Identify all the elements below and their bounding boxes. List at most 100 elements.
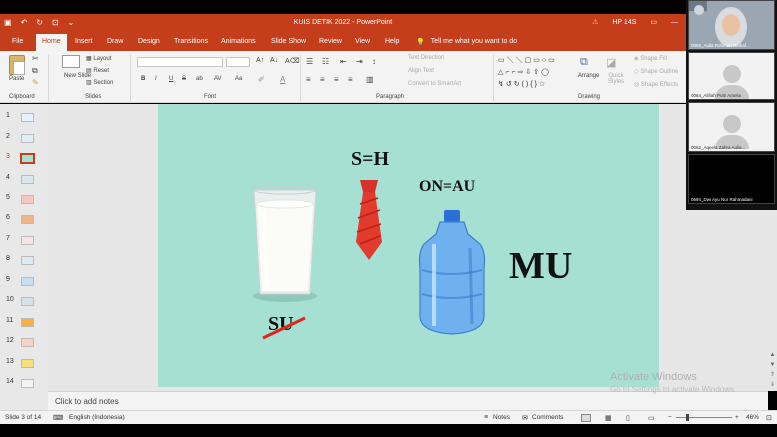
format-painter-icon[interactable]: ✎	[32, 78, 39, 87]
normal-view-icon[interactable]	[581, 414, 591, 422]
paste-button[interactable]: Paste	[9, 76, 24, 82]
tab-review[interactable]: Review	[319, 38, 342, 45]
tab-draw[interactable]: Draw	[107, 38, 123, 45]
slide-thumb-12[interactable]: 12	[0, 333, 48, 353]
zoom-level[interactable]: 46%	[746, 414, 759, 421]
participant-tile-3[interactable]: 0062_Aqeela Zahra Aulia...	[688, 102, 775, 152]
convert-smartart-button[interactable]: Convert to SmartArt	[408, 81, 461, 87]
arrange-icon[interactable]: ⧉	[580, 56, 588, 69]
align-right-icon[interactable]: ≡	[334, 75, 339, 84]
shapes-gallery[interactable]: ▭＼＼▢▭○▭ △⌐⌐⇨⇩⇧◯ ↯↺↻(){}☆	[498, 55, 568, 91]
quick-styles-icon[interactable]: ◪	[606, 56, 616, 69]
zoom-slider-thumb[interactable]	[686, 414, 689, 421]
case-button[interactable]: Aa	[235, 76, 242, 82]
language-indicator[interactable]: English (Indonesia)	[69, 414, 125, 421]
font-name-box[interactable]	[137, 57, 223, 67]
fit-to-window-icon[interactable]: ⊡	[766, 414, 772, 422]
shape-effects-button[interactable]: ◎ Shape Effects	[634, 81, 678, 88]
quick-styles-button[interactable]: Quick Styles	[603, 73, 629, 85]
underline-button[interactable]: U	[169, 76, 173, 82]
slide-thumb-1[interactable]: 1	[0, 108, 48, 128]
zoom-slider[interactable]	[676, 417, 732, 418]
tab-view[interactable]: View	[355, 38, 370, 45]
comments-toggle[interactable]: Comments	[532, 414, 563, 421]
shadow-button[interactable]: ab	[196, 76, 203, 82]
tab-transitions[interactable]: Transitions	[174, 38, 208, 45]
next-slide-icon[interactable]: ⇓	[769, 382, 776, 389]
tab-file[interactable]: File	[12, 38, 23, 45]
slide-thumb-8[interactable]: 8	[0, 251, 48, 271]
slide-thumb-2[interactable]: 2	[0, 129, 48, 149]
slide-thumb-3[interactable]: 3	[0, 149, 48, 169]
current-slide-canvas[interactable]: S=H ON=AU MU SU	[158, 104, 659, 387]
line-spacing-icon[interactable]: ↕	[372, 57, 376, 66]
outdent-icon[interactable]: ⇥	[356, 57, 363, 66]
columns-icon[interactable]: ▥	[366, 75, 374, 84]
tab-animations[interactable]: Animations	[221, 38, 256, 45]
shape-fill-button[interactable]: ◈ Shape Fill	[634, 55, 667, 62]
notes-toggle[interactable]: Notes	[493, 414, 510, 421]
ribbon-display-icon[interactable]: ▭	[650, 18, 657, 26]
slide-thumb-7[interactable]: 7	[0, 231, 48, 251]
highlight-icon[interactable]: ✐	[258, 75, 265, 84]
align-center-icon[interactable]: ≡	[320, 75, 325, 84]
participant-tile-4[interactable]: 0694_Dwi Ayu Nur Rahmadani	[688, 154, 775, 204]
bullets-icon[interactable]: ☰	[306, 57, 313, 66]
reading-view-icon[interactable]: ▯	[626, 414, 630, 422]
user-name[interactable]: HP 14S	[612, 19, 636, 26]
clear-format-icon[interactable]: A⌫	[285, 57, 300, 65]
slideshow-icon[interactable]: ▭	[648, 414, 655, 422]
layout-button[interactable]: ▦ Layout	[86, 55, 111, 62]
slide-thumb-4[interactable]: 4	[0, 170, 48, 190]
water-gallon-image[interactable]	[414, 208, 490, 338]
tab-slide-show[interactable]: Slide Show	[271, 38, 306, 45]
participant-tile-2[interactable]: 0064_Alifiah Putri Amelia	[688, 52, 775, 100]
slide-thumb-5[interactable]: 5	[0, 190, 48, 210]
spellcheck-icon[interactable]: ⌨	[53, 414, 63, 422]
section-button[interactable]: ▥ Section	[86, 79, 113, 86]
indent-icon[interactable]: ⇤	[340, 57, 347, 66]
spacing-button[interactable]: AV	[214, 76, 222, 82]
red-tie-image[interactable]	[354, 178, 384, 262]
paste-icon[interactable]	[9, 55, 25, 75]
slide-thumb-9[interactable]: 9	[0, 272, 48, 292]
shape-outline-button[interactable]: ◇ Shape Outline	[634, 68, 678, 75]
milk-glass-image[interactable]	[248, 184, 322, 304]
italic-button[interactable]: I	[155, 76, 157, 82]
reset-button[interactable]: ▤ Reset	[86, 67, 109, 74]
tab-help[interactable]: Help	[385, 38, 399, 45]
cut-icon[interactable]: ✂	[32, 54, 39, 63]
font-color-icon[interactable]: A	[280, 75, 285, 84]
minimize-icon[interactable]: —	[671, 19, 678, 26]
grow-font-icon[interactable]: A↑	[256, 57, 264, 64]
participant-tile-1[interactable]: 0068_Aulia Rohmah Reihaf...	[688, 0, 775, 50]
slide-thumb-13[interactable]: 13	[0, 354, 48, 374]
scroll-down-icon[interactable]: ▼	[769, 362, 776, 369]
zoom-out-icon[interactable]: −	[668, 414, 672, 421]
numbering-icon[interactable]: ☷	[322, 57, 329, 66]
prev-slide-icon[interactable]: ⇑	[769, 372, 776, 379]
arrange-button[interactable]: Arrange	[578, 73, 599, 79]
justify-icon[interactable]: ≡	[348, 75, 353, 84]
slide-thumb-11[interactable]: 11	[0, 313, 48, 333]
shrink-font-icon[interactable]: A↓	[270, 57, 278, 64]
copy-icon[interactable]: ⧉	[32, 66, 38, 76]
slide-thumb-14[interactable]: 14	[0, 374, 48, 394]
strikethrough-button[interactable]: S	[182, 76, 186, 82]
tab-home[interactable]: Home	[36, 34, 67, 51]
tell-me-box[interactable]: 💡 Tell me what you want to do	[416, 38, 517, 46]
tab-design[interactable]: Design	[138, 38, 160, 45]
scroll-up-icon[interactable]: ▲	[769, 352, 776, 359]
zoom-in-icon[interactable]: +	[735, 414, 739, 421]
align-text-button[interactable]: Align Text	[408, 68, 434, 74]
bold-button[interactable]: B	[141, 76, 145, 82]
font-size-box[interactable]	[226, 57, 250, 67]
tab-insert[interactable]: Insert	[75, 38, 93, 45]
text-direction-button[interactable]: Text Direction	[408, 55, 444, 61]
warning-icon[interactable]: ⚠	[592, 18, 598, 26]
align-left-icon[interactable]: ≡	[306, 75, 311, 84]
slide-sorter-icon[interactable]: ▦	[605, 414, 612, 422]
slide-thumb-6[interactable]: 6	[0, 210, 48, 230]
new-slide-icon[interactable]	[62, 55, 80, 68]
slide-thumb-10[interactable]: 10	[0, 292, 48, 312]
